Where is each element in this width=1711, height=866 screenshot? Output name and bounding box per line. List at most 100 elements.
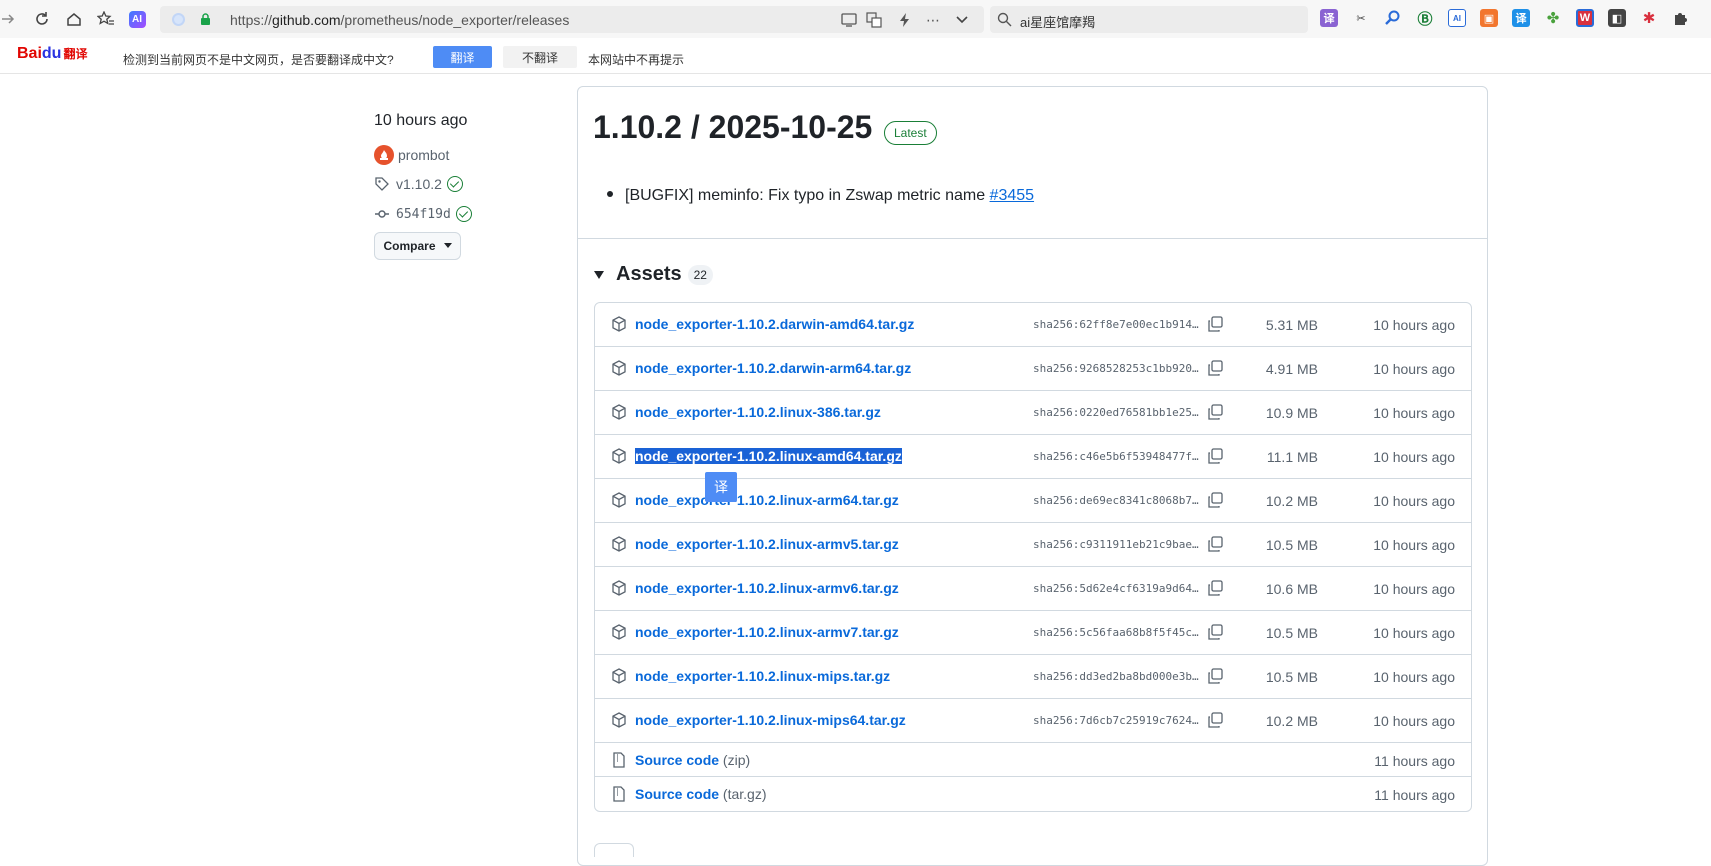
copy-icon[interactable] [1207, 360, 1223, 376]
package-icon [612, 360, 626, 376]
search-box[interactable]: ai星座馆摩羯 [990, 6, 1308, 33]
site-info-icon[interactable] [172, 13, 185, 26]
ai-extension-icon[interactable]: AI [1448, 9, 1466, 27]
asset-link[interactable]: node_exporter-1.10.2.linux-386.tar.gz [635, 404, 881, 420]
never-show-link[interactable]: 本网站中不再提示 [588, 51, 684, 68]
compare-label: Compare [383, 239, 436, 253]
copy-icon[interactable] [1207, 624, 1223, 640]
asset-link[interactable]: node_exporter-1.10.2.linux-arm64.tar.gz [635, 492, 899, 508]
translate-page-icon[interactable] [865, 11, 883, 29]
asset-link[interactable]: node_exporter-1.10.2.darwin-amd64.tar.gz [635, 316, 914, 332]
commit-row[interactable]: 654f19d [374, 206, 472, 222]
asset-sha: sha256:7d6cb7c25919c7624… [1033, 714, 1199, 727]
package-icon [612, 316, 626, 332]
copy-icon[interactable] [1207, 404, 1223, 420]
b-extension-icon[interactable]: Ⓑ [1416, 9, 1434, 28]
asset-time: 10 hours ago [1373, 625, 1455, 641]
lock-icon[interactable] [200, 13, 211, 26]
issue-link[interactable]: #3455 [990, 187, 1035, 204]
author-row[interactable]: prombot [374, 145, 449, 165]
asset-size: 10.9 MB [1265, 405, 1318, 421]
translate-button[interactable]: 翻译 [433, 46, 492, 68]
copy-icon[interactable] [1207, 580, 1223, 596]
avatar[interactable] [374, 145, 394, 165]
asset-link[interactable]: node_exporter-1.10.2.darwin-arm64.tar.gz [635, 360, 911, 376]
source-link[interactable]: Source code (tar.gz) [635, 786, 767, 802]
source-link[interactable]: Source code (zip) [635, 752, 750, 768]
asset-sha: sha256:62ff8e7e00ec1b914… [1033, 318, 1199, 331]
asset-sha: sha256:5c56faa68b8f5f45c… [1033, 626, 1199, 639]
leaf-extension-icon[interactable]: ✤ [1544, 9, 1562, 27]
puzzle-icon[interactable] [1672, 9, 1690, 27]
release-notes: [BUGFIX] meminfo: Fix typo in Zswap metr… [607, 187, 1034, 205]
copy-icon[interactable] [1207, 448, 1223, 464]
copy-icon[interactable] [1207, 668, 1223, 684]
triangle-down-icon [594, 270, 604, 279]
ai-icon[interactable]: AI [125, 7, 149, 31]
translate-bar: Baidu 翻译 检测到当前网页不是中文网页，是否要翻译成中文? 翻译 不翻译 本… [0, 38, 1711, 74]
asset-size: 10.5 MB [1265, 537, 1318, 553]
network-extension-icon[interactable]: ✱ [1640, 9, 1658, 27]
copy-icon[interactable] [1207, 712, 1223, 728]
published-time: 10 hours ago [374, 112, 468, 129]
file-zip-icon [613, 786, 625, 802]
asset-link[interactable]: node_exporter-1.10.2.linux-armv5.tar.gz [635, 536, 899, 552]
asset-size: 10.2 MB [1265, 493, 1318, 509]
asset-size: 5.31 MB [1265, 317, 1318, 333]
reload-icon[interactable] [30, 7, 54, 31]
partial-button[interactable] [594, 843, 634, 857]
asset-link[interactable]: node_exporter-1.10.2.linux-armv6.tar.gz [635, 580, 899, 596]
commit-hash[interactable]: 654f19d [396, 207, 451, 222]
package-icon [612, 712, 626, 728]
assets-list: node_exporter-1.10.2.darwin-amd64.tar.gz… [594, 302, 1472, 812]
w-extension-icon[interactable]: W [1576, 9, 1594, 27]
source-time: 11 hours ago [1374, 787, 1455, 803]
asset-time: 10 hours ago [1373, 581, 1455, 597]
note-text: [BUGFIX] meminfo: Fix typo in Zswap metr… [625, 187, 990, 204]
copy-icon[interactable] [1207, 492, 1223, 508]
divider [578, 238, 1487, 239]
asset-row: node_exporter-1.10.2.linux-armv6.tar.gz s… [595, 567, 1471, 611]
tv-extension-icon[interactable]: ▣ [1480, 9, 1498, 27]
url-text[interactable]: https://github.com/prometheus/node_expor… [230, 12, 569, 28]
translate-popup-button[interactable]: 译 [705, 472, 737, 502]
source-row: Source code (zip) 11 hours ago [595, 743, 1471, 777]
assets-count: 22 [687, 264, 713, 285]
release-title[interactable]: 1.10.2 / 2025-10-25 [593, 109, 872, 146]
caret-down-icon [443, 243, 452, 248]
asset-time: 10 hours ago [1373, 449, 1455, 465]
asset-link[interactable]: node_exporter-1.10.2.linux-mips64.tar.gz [635, 712, 906, 728]
address-bar[interactable]: https://github.com/prometheus/node_expor… [160, 6, 984, 33]
asset-link[interactable]: node_exporter-1.10.2.linux-armv7.tar.gz [635, 624, 899, 640]
home-icon[interactable] [62, 7, 86, 31]
asset-row: node_exporter-1.10.2.linux-armv5.tar.gz s… [595, 523, 1471, 567]
translate-extension-icon[interactable]: 译 [1512, 9, 1530, 27]
verified-check-icon [446, 176, 463, 192]
extension-translate-icon[interactable]: 译 [1320, 9, 1338, 27]
more-icon[interactable]: ⋯ [924, 11, 942, 29]
compare-button[interactable]: Compare [374, 232, 461, 260]
window-extension-icon[interactable]: ◧ [1608, 9, 1626, 27]
tag-name[interactable]: v1.10.2 [396, 176, 442, 192]
author-name[interactable]: prombot [398, 147, 449, 163]
asset-sha: sha256:c46e5b6f53948477f… [1033, 450, 1199, 463]
asset-row: node_exporter-1.10.2.linux-mips.tar.gz sh… [595, 655, 1471, 699]
chevron-down-icon[interactable] [953, 11, 971, 29]
assets-toggle[interactable]: Assets 22 [594, 263, 713, 286]
asset-link[interactable]: node_exporter-1.10.2.linux-mips.tar.gz [635, 668, 890, 684]
asset-sha: sha256:0220ed76581bb1e25… [1033, 406, 1199, 419]
assets-label: Assets [616, 263, 682, 285]
forward-icon[interactable] [0, 7, 20, 31]
lightning-icon[interactable] [896, 11, 914, 29]
cast-icon[interactable] [840, 11, 858, 29]
no-translate-button[interactable]: 不翻译 [503, 46, 577, 68]
copy-icon[interactable] [1207, 316, 1223, 332]
tag-row[interactable]: v1.10.2 [374, 176, 463, 192]
asset-link[interactable]: node_exporter-1.10.2.linux-amd64.tar.gz [635, 448, 902, 464]
scissors-icon[interactable]: ✂ [1352, 9, 1370, 27]
copy-icon[interactable] [1207, 536, 1223, 552]
asset-size: 10.6 MB [1265, 581, 1318, 597]
favorites-icon[interactable] [94, 7, 118, 31]
search-text[interactable]: ai星座馆摩羯 [1020, 12, 1095, 31]
magnifier-extension-icon[interactable] [1384, 9, 1402, 27]
